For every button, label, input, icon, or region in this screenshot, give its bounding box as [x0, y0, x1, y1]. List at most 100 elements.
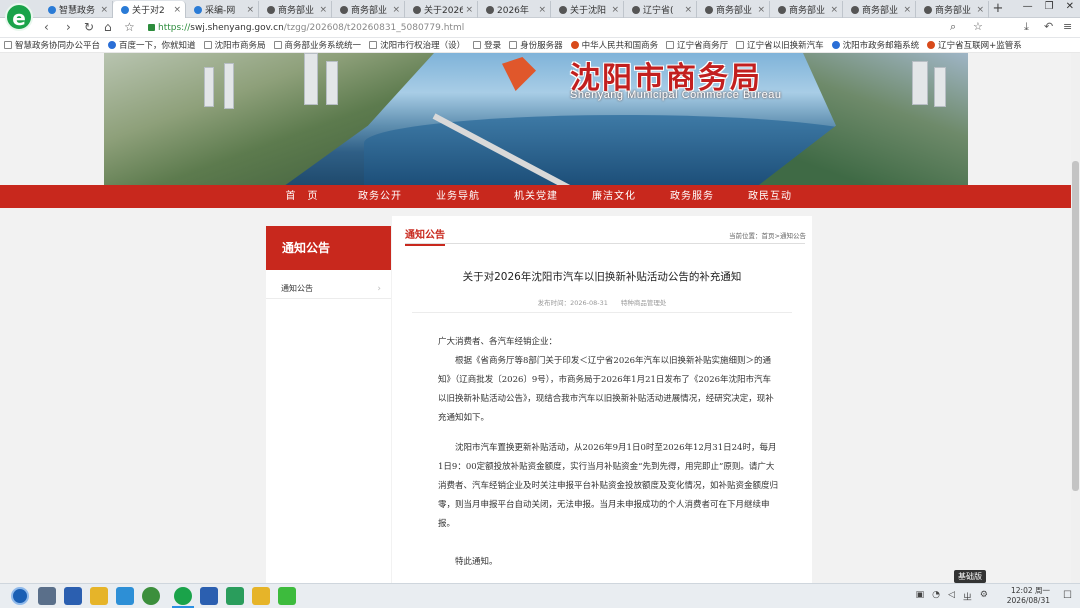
forward-icon[interactable]: › — [66, 20, 71, 34]
maximize-icon[interactable]: ❐ — [1045, 1, 1054, 12]
page-icon — [924, 5, 932, 14]
bookmark-item[interactable]: 沈阳市商务局 — [203, 39, 266, 51]
tab[interactable]: 商务部业 × — [259, 1, 332, 18]
sidebar-item-notices[interactable]: 通知公告 › — [266, 279, 391, 299]
bookmark-item[interactable]: 智慧政务协同办公平台 — [4, 39, 100, 51]
banner-tower — [912, 61, 928, 105]
close-icon[interactable]: × — [830, 5, 838, 15]
mail-icon — [831, 41, 840, 49]
page-icon — [340, 5, 348, 14]
tab[interactable]: 关于2026 × — [405, 1, 478, 18]
wps-writer-icon[interactable] — [200, 587, 218, 605]
nav-home[interactable]: 首 页 — [263, 185, 341, 208]
bookmark-item[interactable]: 辽宁省互联网+监管系 — [927, 39, 1022, 51]
tab[interactable]: 商务部业 × — [332, 1, 405, 18]
url-host: swj.shenyang.gov.cn — [190, 23, 284, 33]
ime-icon[interactable]: ㄓ — [963, 590, 972, 603]
edition-badge: 基础版 — [954, 570, 986, 583]
bookmark-item[interactable]: 辽宁省商务厅 — [666, 39, 728, 51]
nav-integrity-culture[interactable]: 廉洁文化 — [575, 185, 653, 208]
system-clock[interactable]: 12:02 周一 2026/08/31 — [1007, 586, 1050, 606]
tab-label: 关于2026 — [424, 6, 464, 16]
close-icon[interactable]: × — [903, 5, 911, 15]
banner-tower — [224, 63, 234, 109]
reload-icon[interactable]: ↻ — [84, 20, 94, 34]
url-field[interactable]: https://swj.shenyang.gov.cn/tzgg/202608/… — [148, 20, 948, 36]
close-icon[interactable]: × — [757, 5, 765, 15]
close-icon[interactable]: × — [976, 5, 984, 15]
wechat-icon[interactable] — [278, 587, 296, 605]
main-navigation: 首 页 政务公开 业务导航 机关党建 廉洁文化 政务服务 政民互动 — [0, 185, 1071, 208]
page-icon — [369, 41, 378, 49]
bookmark-item[interactable]: 中华人民共和国商务 — [570, 39, 658, 51]
close-icon[interactable]: × — [611, 5, 619, 15]
bookmark-item[interactable]: 百度一下，你就知道 — [108, 39, 196, 51]
nav-government-affairs[interactable]: 政务公开 — [341, 185, 419, 208]
bookmark-item[interactable]: 身份服务器 — [509, 39, 563, 51]
tab-active[interactable]: 关于对2 × — [113, 1, 186, 18]
new-tab-button[interactable]: + — [989, 1, 1007, 18]
globe-icon — [194, 5, 202, 14]
menu-icon[interactable]: ≡ — [1063, 20, 1072, 33]
tab[interactable]: 采编-网 × — [186, 1, 259, 18]
notification-icon[interactable]: ☐ — [1063, 590, 1072, 601]
favorite-icon[interactable]: ☆ — [973, 20, 983, 33]
file-explorer-icon[interactable] — [90, 587, 108, 605]
wps-sheet-icon[interactable] — [226, 587, 244, 605]
close-window-icon[interactable]: ✕ — [1066, 1, 1074, 12]
tab[interactable]: 智慧政务 × — [40, 1, 113, 18]
close-icon[interactable]: × — [319, 5, 327, 15]
task-view-icon[interactable] — [38, 587, 56, 605]
settings-icon[interactable]: ⚙ — [980, 590, 988, 603]
close-icon[interactable]: × — [392, 5, 400, 15]
browser-logo-icon[interactable]: e — [5, 3, 33, 31]
search-icon[interactable]: ⌕ — [950, 20, 956, 34]
back-icon[interactable]: ‹ — [44, 20, 49, 34]
close-icon[interactable]: × — [465, 5, 473, 15]
article-title: 关于对2026年沈阳市汽车以旧换新补贴活动公告的补充通知 — [462, 271, 742, 283]
close-icon[interactable]: × — [538, 5, 546, 15]
close-icon[interactable]: × — [246, 5, 254, 15]
tab[interactable]: 2026年 × — [478, 1, 551, 18]
article-body: 广大消费者、各汽车经销企业： 根据《省商务厅等8部门关于印发＜辽宁省2026年汽… — [438, 333, 778, 572]
page-icon — [736, 41, 745, 49]
tab[interactable]: 关于沈阳 × — [551, 1, 624, 18]
start-button[interactable] — [11, 587, 29, 605]
close-icon[interactable]: × — [173, 5, 181, 15]
url-path: /tzgg/202608/t20260831_5080779.html — [283, 23, 465, 33]
tab[interactable]: 商务部业 × — [843, 1, 916, 18]
bookmark-item[interactable]: 沈阳市行权治理（设） — [369, 39, 465, 51]
folder-icon — [4, 41, 12, 49]
star-icon[interactable]: ☆ — [124, 20, 135, 34]
word-icon[interactable] — [64, 587, 82, 605]
store-icon[interactable] — [116, 587, 134, 605]
tab[interactable]: 商务部业 × — [697, 1, 770, 18]
bookmark-item[interactable]: 辽宁省以旧换新汽车 — [736, 39, 824, 51]
tab[interactable]: 商务部业 × — [770, 1, 843, 18]
scrollbar-thumb[interactable] — [1072, 161, 1079, 491]
nav-public-interaction[interactable]: 政民互动 — [731, 185, 809, 208]
folder-icon[interactable] — [252, 587, 270, 605]
bookmark-item[interactable]: 商务部业务系统统一 — [273, 39, 361, 51]
tab[interactable]: 商务部业 × — [916, 1, 989, 18]
close-icon[interactable]: × — [684, 5, 692, 15]
divider — [405, 243, 805, 244]
page-icon — [666, 41, 675, 49]
edge-browser-icon[interactable] — [142, 587, 160, 605]
home-icon[interactable]: ⌂ — [104, 20, 112, 34]
close-icon[interactable]: × — [100, 5, 108, 15]
undo-icon[interactable]: ↶ — [1044, 20, 1053, 33]
minimize-icon[interactable]: — — [1023, 1, 1033, 12]
browser-taskbar-icon[interactable] — [174, 587, 192, 605]
nav-party-building[interactable]: 机关党建 — [497, 185, 575, 208]
volume-icon[interactable]: ◁ — [948, 590, 955, 603]
nav-business-guide[interactable]: 业务导航 — [419, 185, 497, 208]
nav-government-services[interactable]: 政务服务 — [653, 185, 731, 208]
bookmark-item[interactable]: 沈阳市政务邮箱系统 — [831, 39, 919, 51]
network-icon[interactable]: ◔ — [932, 590, 940, 603]
bookmark-item[interactable]: 登录 — [473, 39, 501, 51]
tray-app-icon[interactable]: ▣ — [916, 590, 925, 603]
download-icon[interactable]: ⤓ — [1024, 20, 1029, 34]
page-scrollbar[interactable] — [1071, 53, 1080, 583]
tab[interactable]: 辽宁省(× — [624, 1, 697, 18]
